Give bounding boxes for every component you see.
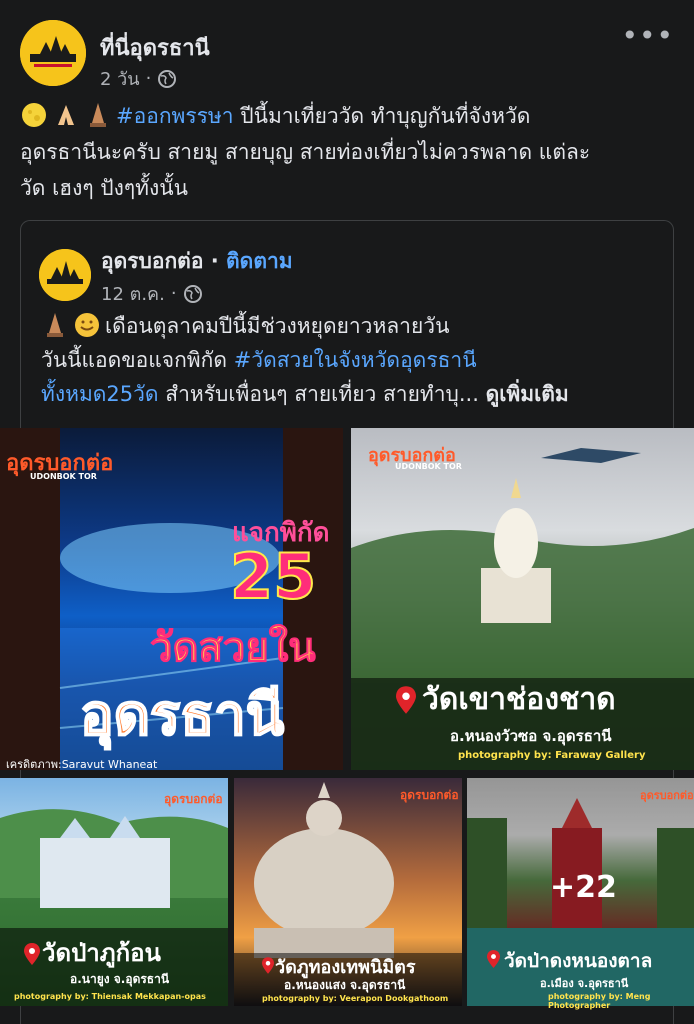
more-photos-count[interactable]: +22 <box>550 870 617 905</box>
shared-time[interactable]: 12 ต.ค. <box>101 279 165 308</box>
temple-icon <box>90 103 106 127</box>
page-avatar[interactable] <box>20 20 86 86</box>
shared-hashtag-2[interactable]: ทั้งหมด25วัด <box>41 382 159 406</box>
globe-icon <box>158 69 177 88</box>
p3-sub: อ.นายูง จ.อุดรธานี <box>70 972 170 986</box>
post-meta: 2 วัน · <box>100 64 177 93</box>
location-pin-icon <box>24 943 40 965</box>
p5-title: วัดป่าดงหนองตาล <box>504 950 653 972</box>
page-name[interactable]: ที่นี่อุดรธานี <box>100 30 210 65</box>
see-more-link[interactable]: ดูเพิ่มเติม <box>486 382 569 406</box>
brand-sub-1: UDONBOK TOR <box>30 472 97 481</box>
p3-photo-credit: photography by: Thiensak Mekkapan-opas <box>14 992 206 1001</box>
brand-sub-2: UDONBOK TOR <box>395 462 462 471</box>
location-pin-icon <box>396 686 416 714</box>
smiling-face-icon <box>75 313 99 337</box>
shared-hashtag[interactable]: #วัดสวยในจังหวัดอุดรธานี <box>234 348 477 372</box>
p2-sub: อ.หนองวัวซอ จ.อุดรธานี <box>450 727 612 745</box>
shared-text: เดือนตุลาคมปีนี้มีช่วงหยุดยาวหลายวัน วัน… <box>41 309 661 411</box>
location-pin-icon <box>487 950 500 968</box>
post-text: #ออกพรรษา ปีนี้มาเที่ยววัด ทำบุญกันที่จั… <box>20 98 674 206</box>
globe-icon <box>183 284 202 303</box>
p1-udon-text: อุดรธานี <box>79 682 285 749</box>
moon-icon <box>22 103 46 127</box>
p2-photo-credit: photography by: Faraway Gallery <box>458 750 646 761</box>
post-hashtag[interactable]: #ออกพรรษา <box>116 104 234 128</box>
p4-sub: อ.หนองแสง จ.อุดรธานี <box>284 978 406 992</box>
p2-title: วัดเขาช่องชาด <box>422 682 616 717</box>
follow-button[interactable]: ติดตาม <box>226 249 293 273</box>
more-options-icon[interactable]: ••• <box>621 22 674 50</box>
post-header: ที่นี่อุดรธานี 2 วัน · ••• <box>20 20 674 90</box>
brand-logo-3: อุดรบอกต่อ <box>164 792 223 806</box>
brand-logo-5: อุดรบอกต่อ <box>640 789 694 802</box>
p4-photo-credit: photography by: Veerapon Dookgathoom <box>262 994 449 1003</box>
shared-author: อุดรบอกต่อ · ติดตาม <box>101 249 293 273</box>
location-pin-icon <box>262 957 274 974</box>
praying-hands-icon <box>58 105 74 125</box>
p5-sub: อ.เมือง จ.อุดรธานี <box>540 977 629 990</box>
shared-page-name[interactable]: อุดรบอกต่อ <box>101 249 203 273</box>
shared-page-avatar[interactable] <box>39 249 91 301</box>
post-time[interactable]: 2 วัน <box>100 64 140 93</box>
p5-photo-credit: photography by: Meng Photographer <box>548 992 651 1010</box>
p1-number: 25 <box>229 539 317 614</box>
p1-credit: เครดิตภาพ:Saravut Whaneat <box>6 758 158 771</box>
p3-title: วัดป่าภูก้อน <box>42 939 161 967</box>
temple-icon <box>47 313 63 337</box>
brand-logo-4: อุดรบอกต่อ <box>400 788 459 802</box>
shared-meta: 12 ต.ค. · <box>101 279 203 308</box>
